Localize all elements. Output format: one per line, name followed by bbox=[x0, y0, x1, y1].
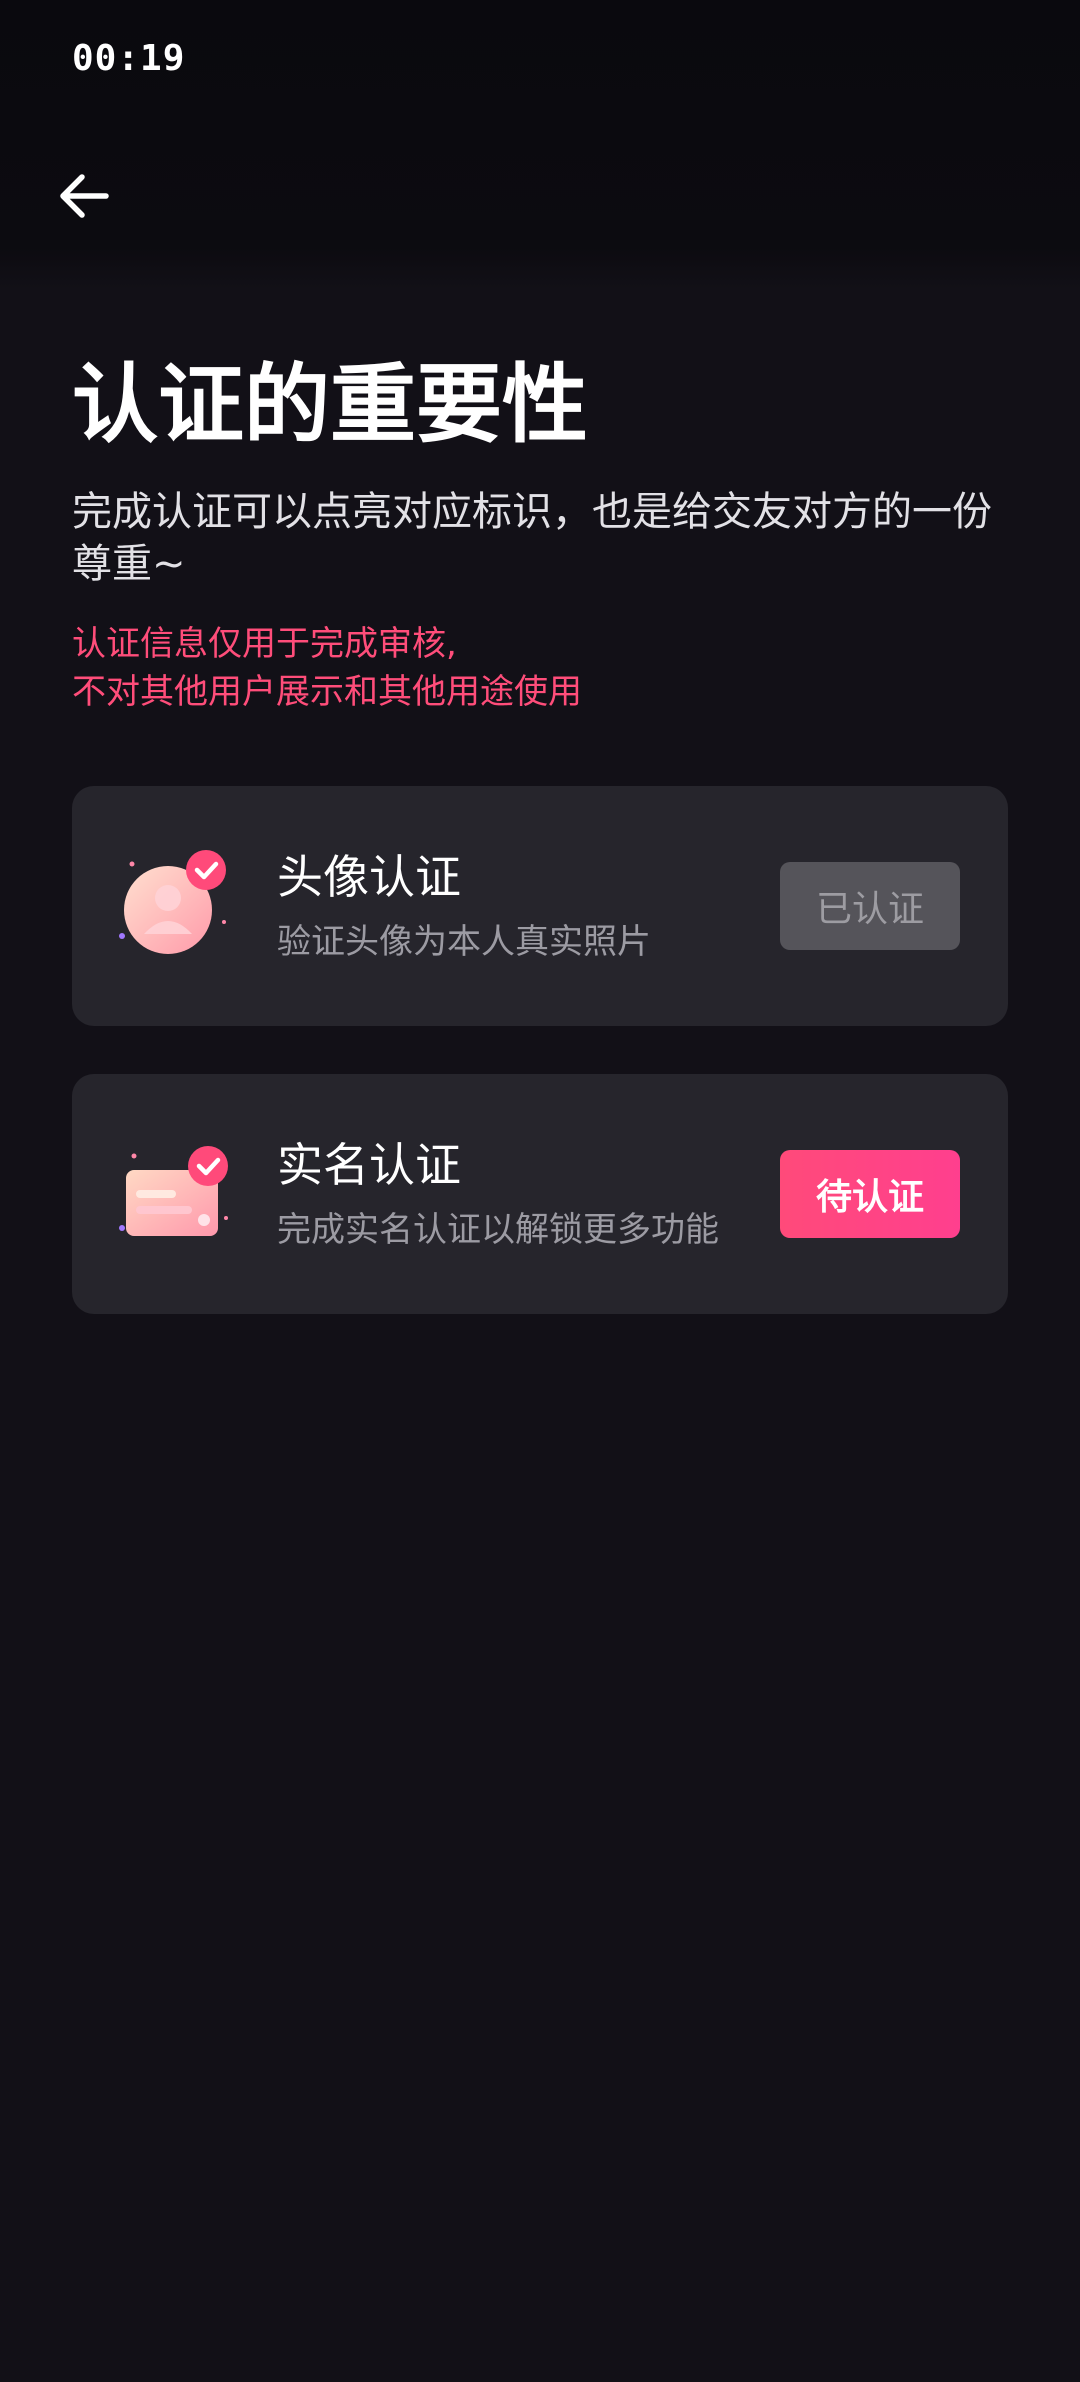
privacy-notice-line-1: 认证信息仅用于完成审核, bbox=[72, 624, 457, 664]
avatar-verify-icon bbox=[119, 850, 226, 954]
card-title: 头像认证 bbox=[277, 850, 461, 904]
page-title: 认证的重要性 bbox=[72, 355, 588, 455]
status-time: 00:19 bbox=[72, 38, 186, 79]
id-card-verify-icon bbox=[119, 1146, 228, 1236]
realname-verify-card: 实名认证 完成实名认证以解锁更多功能 待认证 bbox=[72, 1074, 1008, 1314]
verified-button[interactable]: 已认证 bbox=[780, 862, 960, 950]
card-description: 完成实名认证以解锁更多功能 bbox=[277, 1210, 719, 1250]
back-button[interactable] bbox=[48, 160, 120, 232]
page-subtitle: 完成认证可以点亮对应标识，也是给交友对方的一份尊重~ bbox=[72, 489, 992, 587]
pending-verify-button[interactable]: 待认证 bbox=[780, 1150, 960, 1238]
avatar-verify-card: 头像认证 验证头像为本人真实照片 已认证 bbox=[72, 786, 1008, 1026]
top-bar: 00:19 bbox=[0, 0, 1080, 290]
arrow-left-icon bbox=[60, 174, 109, 218]
privacy-notice: 认证信息仅用于完成审核, 不对其他用户展示和其他用途使用 bbox=[72, 620, 1012, 716]
card-title: 实名认证 bbox=[277, 1138, 461, 1192]
card-description: 验证头像为本人真实照片 bbox=[277, 922, 651, 962]
privacy-notice-line-2: 不对其他用户展示和其他用途使用 bbox=[72, 672, 582, 712]
